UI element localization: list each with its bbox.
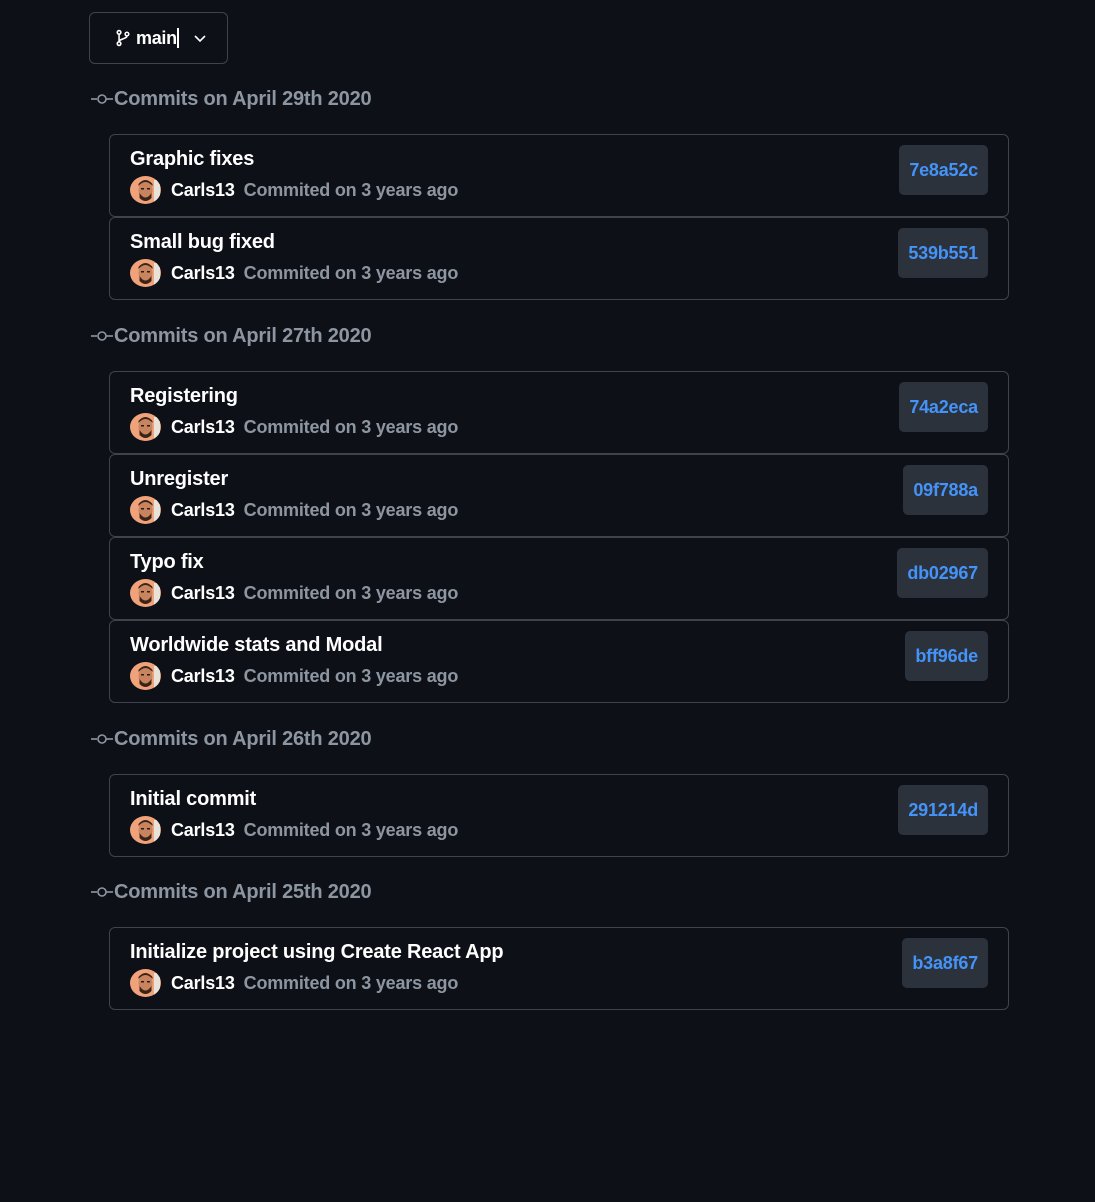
avatar[interactable]: [130, 496, 161, 524]
commit-sha-link[interactable]: bff96de: [905, 631, 988, 681]
commit-meta: Carls13 Commited on 3 years ago: [130, 969, 458, 997]
commit-item: Initialize project using Create React Ap…: [109, 927, 1009, 1010]
commit-item: Worldwide stats and Modal Carls13 Commited…: [109, 620, 1009, 703]
commit-meta: Carls13 Commited on 3 years ago: [130, 662, 458, 690]
commit-group-title: Commits on April 25th 2020: [114, 880, 372, 903]
commit-author[interactable]: Carls13: [171, 417, 235, 438]
commit-author[interactable]: Carls13: [171, 973, 235, 994]
commit-sha-link[interactable]: 539b551: [898, 228, 988, 278]
git-commit-icon: [90, 91, 114, 107]
commit-meta: Carls13 Commited on 3 years ago: [130, 816, 458, 844]
commit-message[interactable]: Unregister: [130, 468, 228, 491]
commit-sha-link[interactable]: db02967: [897, 548, 988, 598]
commit-time: Commited on 3 years ago: [243, 499, 459, 520]
commit-time: Commited on 3 years ago: [243, 416, 459, 437]
commit-group-header: Commits on April 25th 2020: [90, 879, 372, 905]
commit-author[interactable]: Carls13: [171, 820, 235, 841]
commit-group-header: Commits on April 27th 2020: [90, 323, 372, 349]
commits-page: main Commits on April 29th 2020 Graphic f…: [0, 0, 1095, 1202]
avatar[interactable]: [130, 969, 161, 997]
commit-group-header: Commits on April 26th 2020: [90, 726, 372, 752]
avatar[interactable]: [130, 662, 161, 690]
commit-message[interactable]: Initial commit: [130, 788, 256, 811]
commit-meta: Carls13 Commited on 3 years ago: [130, 259, 458, 287]
commit-item: Initial commit Carls13 Commited on 3 years…: [109, 774, 1009, 857]
branch-name: main: [136, 27, 177, 48]
git-commit-icon: [90, 328, 114, 344]
commit-message[interactable]: Worldwide stats and Modal: [130, 634, 383, 657]
commit-time: Commited on 3 years ago: [243, 972, 459, 993]
commit-message[interactable]: Typo fix: [130, 551, 204, 574]
commit-message[interactable]: Registering: [130, 385, 238, 408]
git-branch-icon: [114, 29, 132, 47]
commit-message[interactable]: Initialize project using Create React Ap…: [130, 941, 504, 964]
commit-item: Graphic fixes Carls13 Commited on 3 years …: [109, 134, 1009, 217]
commit-group-title: Commits on April 27th 2020: [114, 324, 372, 347]
commit-author[interactable]: Carls13: [171, 500, 235, 521]
commit-time: Commited on 3 years ago: [243, 179, 459, 200]
commit-author[interactable]: Carls13: [171, 263, 235, 284]
commit-message[interactable]: Graphic fixes: [130, 148, 254, 171]
commit-author[interactable]: Carls13: [171, 583, 235, 604]
commit-time: Commited on 3 years ago: [243, 582, 459, 603]
commit-item: Registering Carls13 Commited on 3 years ag…: [109, 371, 1009, 454]
commit-sha-link[interactable]: 09f788a: [903, 465, 988, 515]
commit-item: Small bug fixed Carls13 Commited on 3 year…: [109, 217, 1009, 300]
branch-select-button[interactable]: main: [89, 12, 228, 64]
avatar[interactable]: [130, 816, 161, 844]
commit-sha-link[interactable]: 291214d: [898, 785, 988, 835]
avatar[interactable]: [130, 259, 161, 287]
commit-meta: Carls13 Commited on 3 years ago: [130, 176, 458, 204]
commit-meta: Carls13 Commited on 3 years ago: [130, 496, 458, 524]
commit-time: Commited on 3 years ago: [243, 665, 459, 686]
commit-message[interactable]: Small bug fixed: [130, 231, 275, 254]
commit-group-title: Commits on April 29th 2020: [114, 87, 372, 110]
commit-sha-link[interactable]: 7e8a52c: [899, 145, 988, 195]
commit-item: Unregister Carls13 Commited on 3 years ago…: [109, 454, 1009, 537]
commit-sha-link[interactable]: 74a2eca: [899, 382, 988, 432]
text-cursor: [176, 28, 179, 48]
git-commit-icon: [90, 884, 114, 900]
commit-time: Commited on 3 years ago: [243, 819, 459, 840]
commit-meta: Carls13 Commited on 3 years ago: [130, 413, 458, 441]
commit-sha-link[interactable]: b3a8f67: [902, 938, 988, 988]
commit-item: Typo fix Carls13 Commited on 3 years ago db…: [109, 537, 1009, 620]
commit-time: Commited on 3 years ago: [243, 262, 459, 283]
commit-group-header: Commits on April 29th 2020: [90, 86, 372, 112]
commit-group-title: Commits on April 26th 2020: [114, 727, 372, 750]
chevron-down-icon: [191, 29, 209, 47]
avatar[interactable]: [130, 579, 161, 607]
avatar[interactable]: [130, 413, 161, 441]
commit-author[interactable]: Carls13: [171, 180, 235, 201]
commit-meta: Carls13 Commited on 3 years ago: [130, 579, 458, 607]
git-commit-icon: [90, 731, 114, 747]
commit-author[interactable]: Carls13: [171, 666, 235, 687]
avatar[interactable]: [130, 176, 161, 204]
